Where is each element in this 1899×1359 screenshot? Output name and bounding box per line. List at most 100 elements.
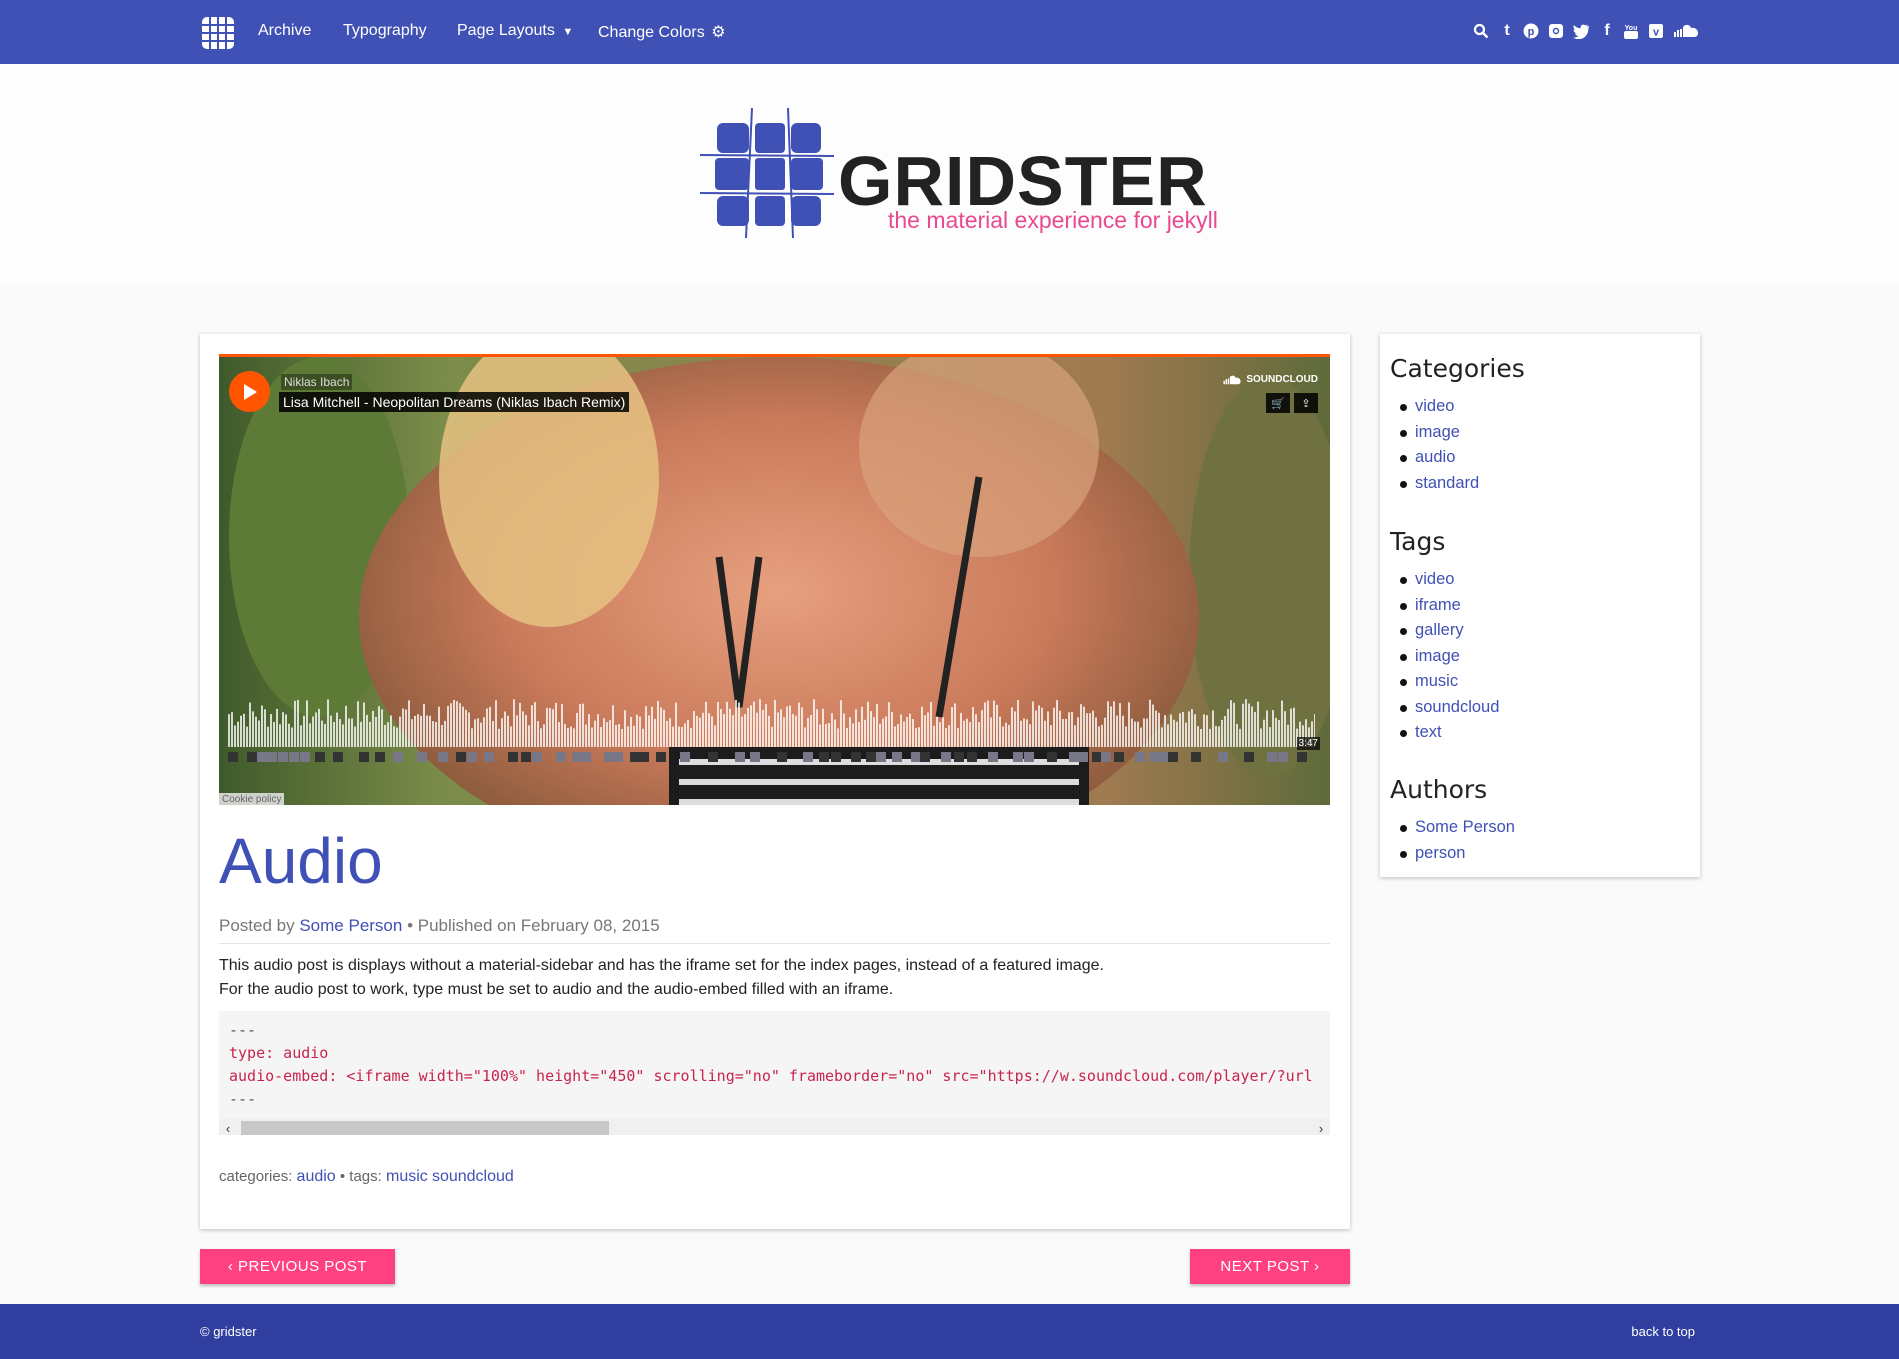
comment-avatar[interactable] xyxy=(1114,752,1124,762)
comment-avatar[interactable] xyxy=(556,752,566,762)
comment-avatar[interactable] xyxy=(630,752,640,762)
nav-typography[interactable]: Typography xyxy=(343,22,427,40)
track-title[interactable]: Lisa Mitchell - Neopolitan Dreams (Nikla… xyxy=(279,392,630,412)
comment-avatar[interactable] xyxy=(656,752,666,762)
sidebar-author-some-person[interactable]: Some Person xyxy=(1390,815,1515,841)
comment-avatar[interactable] xyxy=(1218,752,1228,762)
sidebar-category-video[interactable]: video xyxy=(1390,394,1479,420)
sidebar-tag-iframe[interactable]: iframe xyxy=(1390,593,1499,619)
comment-avatar[interactable] xyxy=(911,752,921,762)
comment-avatar[interactable] xyxy=(1267,752,1277,762)
comment-avatar[interactable] xyxy=(1149,752,1159,762)
sidebar-tag-video[interactable]: video xyxy=(1390,567,1499,593)
scrollbar-thumb[interactable] xyxy=(241,1121,609,1135)
previous-post-button[interactable]: ‹ PREVIOUS POST xyxy=(200,1249,395,1284)
comment-avatar[interactable] xyxy=(1297,752,1307,762)
comment-avatar[interactable] xyxy=(1078,752,1088,762)
twitter-icon[interactable] xyxy=(1573,24,1591,39)
soundcloud-icon[interactable] xyxy=(1673,24,1699,38)
track-artist[interactable]: Niklas Ibach xyxy=(281,374,353,390)
comment-avatar[interactable] xyxy=(532,752,542,762)
comment-avatar[interactable] xyxy=(315,752,325,762)
comment-avatar[interactable] xyxy=(1191,752,1201,762)
comment-avatar[interactable] xyxy=(941,752,951,762)
comment-avatar[interactable] xyxy=(920,752,930,762)
comment-avatar[interactable] xyxy=(988,752,998,762)
search-icon[interactable] xyxy=(1473,23,1491,39)
youtube-icon[interactable]: You xyxy=(1623,23,1641,40)
category-link-audio[interactable]: audio xyxy=(297,1168,336,1185)
scroll-right-arrow-icon[interactable]: › xyxy=(1312,1119,1330,1136)
play-button[interactable] xyxy=(229,371,270,412)
nav-archive[interactable]: Archive xyxy=(258,22,311,40)
comment-avatar[interactable] xyxy=(1069,752,1079,762)
comment-avatar[interactable] xyxy=(831,752,841,762)
comment-avatar[interactable] xyxy=(1092,752,1102,762)
instagram-icon[interactable] xyxy=(1548,23,1566,39)
comment-avatar[interactable] xyxy=(1101,752,1111,762)
comment-avatar[interactable] xyxy=(680,752,690,762)
comment-avatar[interactable] xyxy=(954,752,964,762)
comment-avatar[interactable] xyxy=(375,752,385,762)
comment-avatars[interactable] xyxy=(228,750,1315,764)
sidebar-category-image[interactable]: image xyxy=(1390,420,1479,446)
comment-avatar[interactable] xyxy=(289,752,299,762)
comment-avatar[interactable] xyxy=(1244,752,1254,762)
comment-avatar[interactable] xyxy=(1024,752,1034,762)
comment-avatar[interactable] xyxy=(735,752,745,762)
comment-avatar[interactable] xyxy=(750,752,760,762)
comment-avatar[interactable] xyxy=(967,752,977,762)
comment-avatar[interactable] xyxy=(456,752,466,762)
nav-change-colors[interactable]: Change Colors ⚙ xyxy=(598,22,726,42)
comment-avatar[interactable] xyxy=(333,752,343,762)
cookie-policy-link[interactable]: Cookie policy xyxy=(219,793,285,805)
sidebar-tag-image[interactable]: image xyxy=(1390,644,1499,670)
comment-avatar[interactable] xyxy=(1047,752,1057,762)
sidebar-tag-soundcloud[interactable]: soundcloud xyxy=(1390,695,1499,721)
comment-avatar[interactable] xyxy=(639,752,649,762)
sidebar-tag-gallery[interactable]: gallery xyxy=(1390,618,1499,644)
comment-avatar[interactable] xyxy=(604,752,614,762)
comment-avatar[interactable] xyxy=(467,752,477,762)
pinterest-icon[interactable]: p xyxy=(1523,23,1541,39)
sidebar-tag-music[interactable]: music xyxy=(1390,669,1499,695)
comment-avatar[interactable] xyxy=(1168,752,1178,762)
comment-avatar[interactable] xyxy=(851,752,861,762)
comment-avatar[interactable] xyxy=(803,752,813,762)
waveform[interactable] xyxy=(228,692,1315,747)
comment-avatar[interactable] xyxy=(1135,752,1145,762)
sidebar-tag-text[interactable]: text xyxy=(1390,720,1499,746)
sidebar-category-audio[interactable]: audio xyxy=(1390,445,1479,471)
horizontal-scrollbar[interactable]: ‹ › xyxy=(219,1119,1330,1135)
comment-avatar[interactable] xyxy=(393,752,403,762)
comment-avatar[interactable] xyxy=(1159,752,1169,762)
comment-avatar[interactable] xyxy=(777,752,787,762)
code-block[interactable]: --- type: audio audio-embed: <iframe width… xyxy=(219,1011,1330,1135)
next-post-button[interactable]: NEXT POST › xyxy=(1190,1249,1350,1284)
comment-avatar[interactable] xyxy=(876,752,886,762)
comment-avatar[interactable] xyxy=(508,752,518,762)
comment-avatar[interactable] xyxy=(228,752,238,762)
comment-avatar[interactable] xyxy=(819,752,829,762)
tag-link-soundcloud[interactable]: soundcloud xyxy=(432,1168,514,1185)
tumblr-icon[interactable]: t xyxy=(1498,20,1516,42)
comment-avatar[interactable] xyxy=(484,752,494,762)
comment-avatar[interactable] xyxy=(521,752,531,762)
back-to-top-link[interactable]: back to top xyxy=(1631,1324,1695,1339)
comment-avatar[interactable] xyxy=(1013,752,1023,762)
comment-avatar[interactable] xyxy=(572,752,582,762)
comment-avatar[interactable] xyxy=(417,752,427,762)
gridster-brand-logo[interactable] xyxy=(700,108,834,238)
comment-avatar[interactable] xyxy=(1278,752,1288,762)
comment-avatar[interactable] xyxy=(359,752,369,762)
sidebar-category-standard[interactable]: standard xyxy=(1390,471,1479,497)
comment-avatar[interactable] xyxy=(613,752,623,762)
facebook-icon[interactable]: f xyxy=(1598,20,1616,42)
comment-avatar[interactable] xyxy=(581,752,591,762)
share-icon[interactable]: ⇪ xyxy=(1294,393,1318,413)
cart-icon[interactable]: 🛒 xyxy=(1266,393,1290,413)
soundcloud-brand[interactable]: SOUNDCLOUD xyxy=(1222,374,1318,385)
comment-avatar[interactable] xyxy=(438,752,448,762)
comment-avatar[interactable] xyxy=(278,752,288,762)
vimeo-icon[interactable]: v xyxy=(1648,23,1666,39)
